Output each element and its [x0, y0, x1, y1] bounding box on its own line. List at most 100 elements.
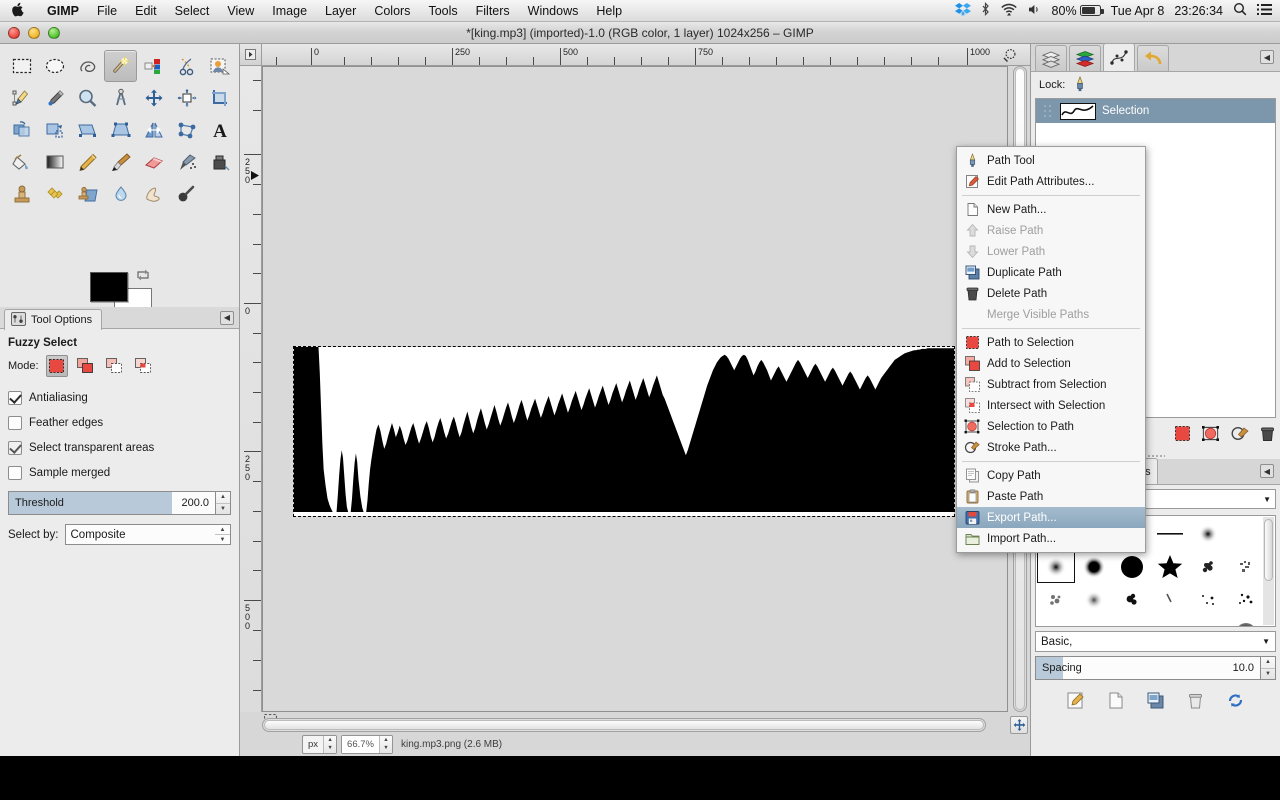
- measure-tool[interactable]: [104, 82, 137, 114]
- mode-subtract-button[interactable]: [104, 355, 126, 377]
- alignment-tool[interactable]: [170, 82, 203, 114]
- unit-selector[interactable]: px ▲ ▼: [302, 734, 338, 754]
- scale-tool[interactable]: [38, 114, 71, 146]
- volume-icon[interactable]: [1028, 3, 1042, 19]
- paintbrush-tool[interactable]: [104, 146, 137, 178]
- brush-item[interactable]: [1151, 583, 1189, 616]
- threshold-stepper[interactable]: ▲ ▼: [216, 491, 231, 515]
- flip-tool[interactable]: [137, 114, 170, 146]
- stroke-path-button[interactable]: [1230, 425, 1249, 445]
- collapse-icon[interactable]: ◀: [1260, 464, 1274, 478]
- chevron-down-icon[interactable]: ▼: [1263, 495, 1271, 504]
- mode-intersect-button[interactable]: [133, 355, 155, 377]
- chevron-down-icon[interactable]: ▼: [1262, 637, 1270, 646]
- spacing-slider[interactable]: Spacing 10.0: [1035, 656, 1261, 680]
- undo-history-tab[interactable]: [1137, 45, 1169, 71]
- text-tool[interactable]: A: [203, 114, 236, 146]
- heal-tool[interactable]: [38, 178, 71, 210]
- collapse-icon[interactable]: ◀: [1260, 50, 1274, 64]
- close-button[interactable]: [8, 26, 20, 39]
- spacing-stepper[interactable]: ▲ ▼: [1261, 656, 1276, 680]
- select-transparent-areas-row[interactable]: Select transparent areas: [8, 435, 231, 460]
- delete-path-button[interactable]: [1259, 425, 1276, 445]
- bluetooth-icon[interactable]: [981, 2, 990, 19]
- collapse-icon[interactable]: ◀: [220, 311, 234, 325]
- menu-bar-date[interactable]: Tue Apr 8: [1111, 4, 1165, 18]
- fuzzy-select-tool[interactable]: [104, 50, 137, 82]
- brush-item[interactable]: [1227, 583, 1265, 616]
- feather-edges-row[interactable]: Feather edges: [8, 410, 231, 435]
- brush-item[interactable]: [1113, 583, 1151, 616]
- zoom-image-icon[interactable]: [1003, 48, 1016, 65]
- threshold-slider-row[interactable]: Threshold 200.0 ▲ ▼: [8, 491, 231, 515]
- mode-add-button[interactable]: [75, 355, 97, 377]
- menu-layer[interactable]: Layer: [316, 0, 365, 22]
- brush-grid-scrollbar[interactable]: [1263, 517, 1274, 625]
- brush-item[interactable]: [1227, 616, 1265, 626]
- sample-merged-row[interactable]: Sample merged: [8, 460, 231, 485]
- menu-item-duplicate-path[interactable]: Duplicate Path: [957, 262, 1145, 283]
- feather-edges-checkbox[interactable]: [8, 415, 22, 430]
- shear-tool[interactable]: [71, 114, 104, 146]
- antialiasing-checkbox[interactable]: [8, 390, 22, 405]
- menu-item-paste-path[interactable]: Paste Path: [957, 486, 1145, 507]
- image-layer-waveform[interactable]: [293, 346, 955, 517]
- crop-tool[interactable]: [203, 82, 236, 114]
- horizontal-scrollbar[interactable]: [262, 718, 986, 732]
- menu-item-intersect-with-selection[interactable]: Intersect with Selection: [957, 395, 1145, 416]
- channels-tab[interactable]: [1069, 45, 1101, 71]
- selection-to-path-button[interactable]: [1201, 425, 1220, 445]
- canvas-area[interactable]: [262, 66, 1008, 712]
- menu-file[interactable]: File: [88, 0, 126, 22]
- path-to-selection-button[interactable]: [1174, 425, 1191, 445]
- brush-item[interactable]: [1227, 517, 1265, 550]
- perspective-clone-tool[interactable]: [71, 178, 104, 210]
- brush-item[interactable]: [1037, 583, 1075, 616]
- free-select-tool[interactable]: [71, 50, 104, 82]
- color-picker-tool[interactable]: [38, 82, 71, 114]
- battery-status[interactable]: 80%: [1052, 4, 1104, 18]
- move-tool[interactable]: [137, 82, 170, 114]
- search-icon[interactable]: [1233, 2, 1247, 19]
- paths-tab[interactable]: [1103, 43, 1135, 71]
- horizontal-scrollbar-thumb[interactable]: [264, 720, 984, 730]
- brush-item-selected[interactable]: [1037, 550, 1075, 583]
- brush-item[interactable]: [1113, 550, 1151, 583]
- menu-edit[interactable]: Edit: [126, 0, 166, 22]
- apple-logo-icon[interactable]: [0, 2, 38, 19]
- vertical-ruler[interactable]: 250 0 250 500: [240, 66, 262, 712]
- refresh-brushes-button[interactable]: [1226, 691, 1245, 713]
- tab-tool-options[interactable]: Tool Options: [4, 309, 103, 330]
- dodge-burn-tool[interactable]: [170, 178, 203, 210]
- menu-select[interactable]: Select: [166, 0, 219, 22]
- airbrush-tool[interactable]: [170, 146, 203, 178]
- menu-help[interactable]: Help: [587, 0, 631, 22]
- paths-context-menu[interactable]: Path Tool Edit Path Attributes... New Pa…: [956, 146, 1146, 553]
- brush-item[interactable]: [1151, 550, 1189, 583]
- menu-bar-clock[interactable]: 23:26:34: [1174, 4, 1223, 18]
- brush-item[interactable]: [1151, 616, 1189, 626]
- menu-image[interactable]: Image: [263, 0, 316, 22]
- lock-path-icon[interactable]: [1073, 75, 1087, 95]
- menu-item-selection-to-path[interactable]: Selection to Path: [957, 416, 1145, 437]
- menu-filters[interactable]: Filters: [467, 0, 519, 22]
- delete-brush-button[interactable]: [1186, 691, 1205, 713]
- brush-item[interactable]: [1075, 616, 1113, 626]
- smudge-tool[interactable]: [137, 178, 170, 210]
- threshold-slider[interactable]: Threshold 200.0: [8, 491, 216, 515]
- wifi-icon[interactable]: [1000, 2, 1018, 19]
- ink-tool[interactable]: [203, 146, 236, 178]
- select-transparent-areas-checkbox[interactable]: [8, 440, 22, 455]
- menu-app-name[interactable]: GIMP: [38, 0, 88, 22]
- horizontal-ruler[interactable]: 0 250 500 750 1000: [262, 44, 1030, 66]
- ruler-corner-menu-button[interactable]: [240, 44, 262, 66]
- brush-item[interactable]: [1189, 550, 1227, 583]
- scissors-select-tool[interactable]: [170, 50, 203, 82]
- brush-item[interactable]: [1037, 616, 1075, 626]
- foreground-color-swatch[interactable]: [90, 272, 128, 302]
- menu-tools[interactable]: Tools: [419, 0, 466, 22]
- blur-sharpen-tool[interactable]: [104, 178, 137, 210]
- path-visibility-icon[interactable]: [1042, 103, 1054, 119]
- antialiasing-row[interactable]: Antialiasing: [8, 385, 231, 410]
- menu-item-stroke-path[interactable]: Stroke Path...: [957, 437, 1145, 458]
